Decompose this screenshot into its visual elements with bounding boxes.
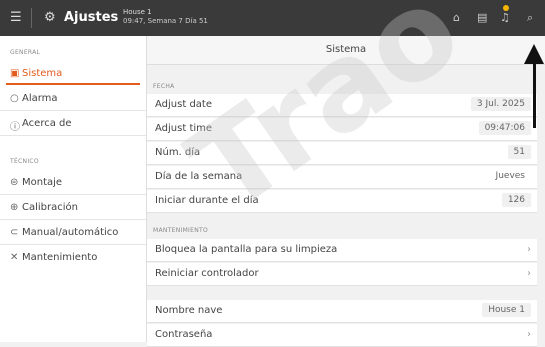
chevron-right-icon: › — [527, 244, 531, 255]
row-value: Jueves — [495, 171, 525, 181]
row-contrasena[interactable]: Contraseña › — [147, 324, 537, 347]
row-label: Reiniciar controlador — [155, 268, 259, 279]
row-value[interactable]: 3 Jul. 2025 — [470, 97, 531, 111]
sidebar-item-manual-automatico[interactable]: ⊂ Manual/automático — [0, 222, 146, 245]
top-bar: ☰ ⚙ Ajustes House 1 09:47, Semana 7 Día … — [0, 0, 545, 36]
document-icon[interactable]: ▤ — [477, 11, 487, 24]
sidebar-item-label: Sistema — [22, 68, 63, 79]
alarm-icon: ○ — [10, 93, 19, 104]
row-value[interactable]: 126 — [501, 193, 531, 207]
chevron-right-icon: › — [527, 268, 531, 279]
row-label: Núm. día — [155, 147, 201, 158]
row-value[interactable]: 51 — [507, 145, 531, 159]
sidebar-item-label: Montaje — [22, 177, 63, 188]
annotation-arrow-line — [533, 60, 536, 128]
system-icon: ▣ — [10, 68, 20, 79]
bell-icon[interactable]: ♫ — [500, 11, 510, 24]
sidebar-item-calibracion[interactable]: ⊕ Calibración — [0, 197, 146, 220]
row-label: Nombre nave — [155, 305, 223, 316]
row-nombre-nave[interactable]: Nombre nave House 1 — [147, 300, 537, 323]
sidebar-item-label: Manual/automático — [22, 227, 119, 238]
sidebar-item-acerca-de[interactable]: ⓘ Acerca de — [0, 113, 146, 136]
row-label: Contraseña — [155, 329, 213, 340]
sidebar-item-sistema[interactable]: ▣ Sistema — [0, 63, 146, 85]
row-label: Adjust time — [155, 123, 213, 134]
row-adjust-date[interactable]: Adjust date 3 Jul. 2025 — [147, 94, 537, 117]
maintenance-icon: ✕ — [10, 252, 19, 263]
home-icon[interactable]: ⌂ — [453, 11, 460, 24]
sidebar: GENERAL ▣ Sistema ○ Alarma ⓘ Acerca de T… — [0, 36, 147, 342]
sidebar-item-alarma[interactable]: ○ Alarma — [0, 88, 146, 111]
section-label-general: GENERAL — [10, 49, 41, 56]
chevron-right-icon: › — [527, 329, 531, 340]
notification-badge — [503, 5, 509, 11]
group-label-fecha: FECHA — [153, 83, 175, 90]
info-icon: ⓘ — [10, 122, 20, 133]
section-label-tecnico: TÉCNICO — [10, 158, 39, 165]
sidebar-item-montaje[interactable]: ⊜ Montaje — [0, 172, 146, 195]
row-adjust-time[interactable]: Adjust time 09:47:06 — [147, 118, 537, 141]
topbar-divider — [31, 8, 32, 28]
row-reiniciar-controlador[interactable]: Reiniciar controlador › — [147, 263, 537, 286]
page-title: Ajustes — [64, 10, 119, 25]
row-label: Día de la semana — [155, 171, 243, 182]
row-iniciar-dia[interactable]: Iniciar durante el día 126 — [147, 190, 537, 213]
row-value[interactable]: House 1 — [482, 303, 531, 317]
manual-auto-icon: ⊂ — [10, 227, 19, 238]
group-label-mantenimiento: MANTENIMIENTO — [153, 227, 208, 234]
row-bloquea-pantalla[interactable]: Bloquea la pantalla para su limpieza › — [147, 239, 537, 262]
settings-icon: ⚙ — [44, 10, 56, 25]
menu-icon[interactable]: ☰ — [10, 10, 22, 25]
datetime-label: 09:47, Semana 7 Día 51 — [123, 17, 208, 25]
sidebar-item-label: Acerca de — [22, 118, 72, 129]
sidebar-item-label: Alarma — [22, 93, 58, 104]
montaje-icon: ⊜ — [10, 177, 19, 188]
row-label: Adjust date — [155, 99, 212, 110]
row-label: Bloquea la pantalla para su limpieza — [155, 244, 338, 255]
search-icon[interactable]: ⌕ — [527, 11, 533, 25]
sidebar-item-label: Calibración — [22, 202, 78, 213]
sidebar-item-mantenimiento[interactable]: ✕ Mantenimiento — [0, 247, 146, 269]
sidebar-item-label: Mantenimiento — [22, 252, 98, 263]
house-name: House 1 — [123, 8, 152, 16]
row-label: Iniciar durante el día — [155, 195, 259, 206]
calibration-icon: ⊕ — [10, 202, 19, 213]
main-panel: Sistema FECHA Adjust date 3 Jul. 2025 Ad… — [147, 36, 545, 347]
row-num-dia[interactable]: Núm. día 51 — [147, 142, 537, 165]
panel-title: Sistema — [147, 36, 545, 65]
row-value[interactable]: 09:47:06 — [478, 121, 531, 135]
row-dia-semana[interactable]: Día de la semana Jueves — [147, 166, 537, 189]
